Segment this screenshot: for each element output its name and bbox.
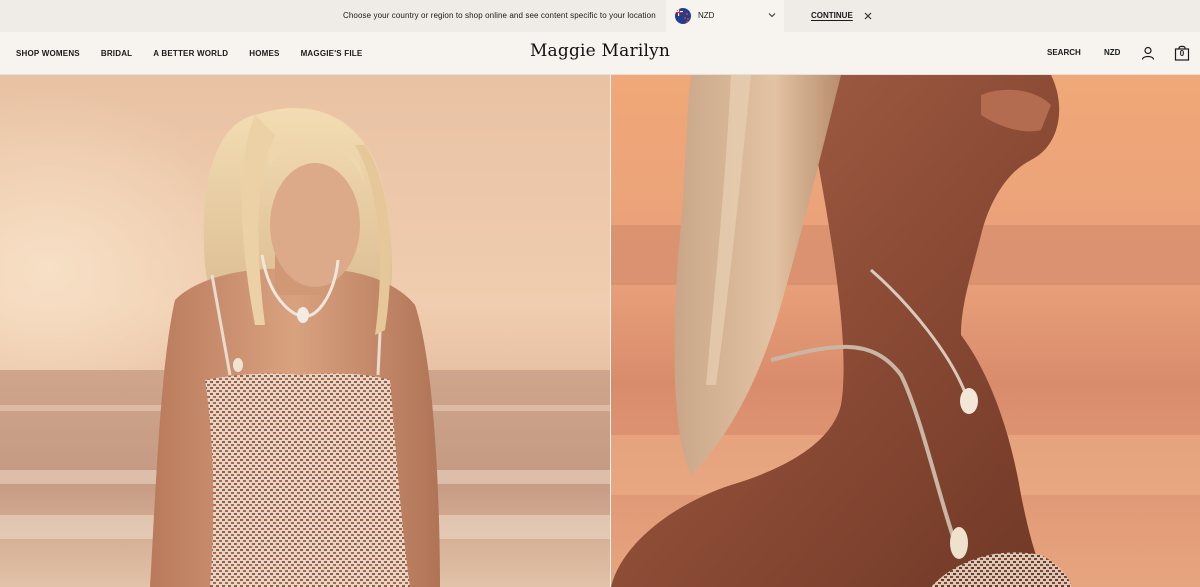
bag-count: 0 <box>1179 49 1185 58</box>
hero-photo-beach-portrait <box>0 75 610 587</box>
user-icon[interactable] <box>1141 46 1155 60</box>
site-logo[interactable]: Maggie Marilyn <box>0 41 1200 61</box>
new-zealand-flag-icon <box>675 8 691 24</box>
search-button[interactable]: SEARCH <box>1047 32 1081 74</box>
hero-image-right[interactable] <box>611 75 1200 587</box>
region-select[interactable]: NZD <box>666 0 784 32</box>
region-banner: Choose your country or region to shop on… <box>0 0 1200 32</box>
hero-image-left[interactable] <box>0 75 610 587</box>
continue-button[interactable]: CONTINUE <box>811 0 853 32</box>
hero-photo-profile-closeup <box>611 75 1200 587</box>
site-header: SHOP WOMENS BRIDAL A BETTER WORLD HOMES … <box>0 32 1200 75</box>
region-message: Choose your country or region to shop on… <box>343 11 656 20</box>
region-select-value: NZD <box>698 11 715 20</box>
close-icon[interactable] <box>863 11 873 21</box>
chevron-down-icon <box>768 13 776 18</box>
currency-selector[interactable]: NZD <box>1104 32 1120 74</box>
